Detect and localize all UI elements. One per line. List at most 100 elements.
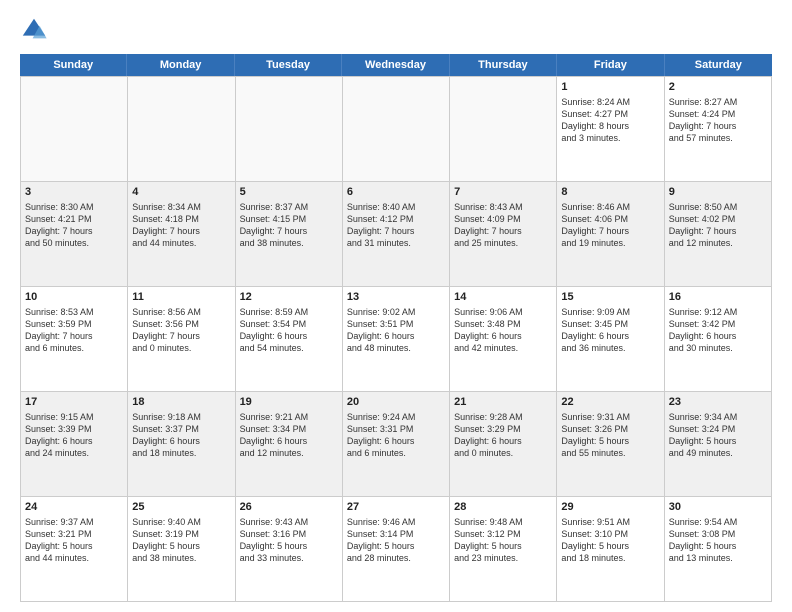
- day-number: 25: [132, 500, 230, 515]
- day-number: 6: [347, 185, 445, 200]
- day-number: 29: [561, 500, 659, 515]
- calendar: SundayMondayTuesdayWednesdayThursdayFrid…: [20, 54, 772, 602]
- cell-info: Sunrise: 8:24 AM Sunset: 4:27 PM Dayligh…: [561, 96, 659, 145]
- day-number: 21: [454, 395, 552, 410]
- cell-info: Sunrise: 8:40 AM Sunset: 4:12 PM Dayligh…: [347, 201, 445, 250]
- cal-cell: 23Sunrise: 9:34 AM Sunset: 3:24 PM Dayli…: [665, 392, 772, 497]
- week-row-4: 17Sunrise: 9:15 AM Sunset: 3:39 PM Dayli…: [21, 392, 772, 497]
- day-number: 23: [669, 395, 767, 410]
- cell-info: Sunrise: 9:09 AM Sunset: 3:45 PM Dayligh…: [561, 306, 659, 355]
- header-day-sunday: Sunday: [20, 54, 127, 76]
- cal-cell: [343, 77, 450, 182]
- day-number: 9: [669, 185, 767, 200]
- header-day-monday: Monday: [127, 54, 234, 76]
- cell-info: Sunrise: 9:02 AM Sunset: 3:51 PM Dayligh…: [347, 306, 445, 355]
- cal-cell: 11Sunrise: 8:56 AM Sunset: 3:56 PM Dayli…: [128, 287, 235, 392]
- cal-cell: 8Sunrise: 8:46 AM Sunset: 4:06 PM Daylig…: [557, 182, 664, 287]
- day-number: 27: [347, 500, 445, 515]
- day-number: 3: [25, 185, 123, 200]
- cal-cell: 3Sunrise: 8:30 AM Sunset: 4:21 PM Daylig…: [21, 182, 128, 287]
- cell-info: Sunrise: 9:40 AM Sunset: 3:19 PM Dayligh…: [132, 516, 230, 565]
- week-row-2: 3Sunrise: 8:30 AM Sunset: 4:21 PM Daylig…: [21, 182, 772, 287]
- cell-info: Sunrise: 9:21 AM Sunset: 3:34 PM Dayligh…: [240, 411, 338, 460]
- day-number: 12: [240, 290, 338, 305]
- cell-info: Sunrise: 9:28 AM Sunset: 3:29 PM Dayligh…: [454, 411, 552, 460]
- cell-info: Sunrise: 8:30 AM Sunset: 4:21 PM Dayligh…: [25, 201, 123, 250]
- cal-cell: 4Sunrise: 8:34 AM Sunset: 4:18 PM Daylig…: [128, 182, 235, 287]
- header-day-thursday: Thursday: [450, 54, 557, 76]
- cell-info: Sunrise: 8:37 AM Sunset: 4:15 PM Dayligh…: [240, 201, 338, 250]
- cal-cell: 1Sunrise: 8:24 AM Sunset: 4:27 PM Daylig…: [557, 77, 664, 182]
- week-row-1: 1Sunrise: 8:24 AM Sunset: 4:27 PM Daylig…: [21, 77, 772, 182]
- header-day-saturday: Saturday: [665, 54, 772, 76]
- cal-cell: 14Sunrise: 9:06 AM Sunset: 3:48 PM Dayli…: [450, 287, 557, 392]
- cell-info: Sunrise: 9:12 AM Sunset: 3:42 PM Dayligh…: [669, 306, 767, 355]
- cal-cell: 25Sunrise: 9:40 AM Sunset: 3:19 PM Dayli…: [128, 497, 235, 602]
- day-number: 14: [454, 290, 552, 305]
- cal-cell: 19Sunrise: 9:21 AM Sunset: 3:34 PM Dayli…: [236, 392, 343, 497]
- cal-cell: 12Sunrise: 8:59 AM Sunset: 3:54 PM Dayli…: [236, 287, 343, 392]
- cal-cell: 27Sunrise: 9:46 AM Sunset: 3:14 PM Dayli…: [343, 497, 450, 602]
- cell-info: Sunrise: 9:54 AM Sunset: 3:08 PM Dayligh…: [669, 516, 767, 565]
- day-number: 26: [240, 500, 338, 515]
- cal-cell: 15Sunrise: 9:09 AM Sunset: 3:45 PM Dayli…: [557, 287, 664, 392]
- cell-info: Sunrise: 9:34 AM Sunset: 3:24 PM Dayligh…: [669, 411, 767, 460]
- cal-cell: 20Sunrise: 9:24 AM Sunset: 3:31 PM Dayli…: [343, 392, 450, 497]
- cell-info: Sunrise: 8:43 AM Sunset: 4:09 PM Dayligh…: [454, 201, 552, 250]
- cell-info: Sunrise: 9:15 AM Sunset: 3:39 PM Dayligh…: [25, 411, 123, 460]
- day-number: 28: [454, 500, 552, 515]
- cell-info: Sunrise: 8:27 AM Sunset: 4:24 PM Dayligh…: [669, 96, 767, 145]
- week-row-5: 24Sunrise: 9:37 AM Sunset: 3:21 PM Dayli…: [21, 497, 772, 602]
- cal-cell: 30Sunrise: 9:54 AM Sunset: 3:08 PM Dayli…: [665, 497, 772, 602]
- day-number: 15: [561, 290, 659, 305]
- day-number: 18: [132, 395, 230, 410]
- day-number: 7: [454, 185, 552, 200]
- cell-info: Sunrise: 8:59 AM Sunset: 3:54 PM Dayligh…: [240, 306, 338, 355]
- cal-cell: 28Sunrise: 9:48 AM Sunset: 3:12 PM Dayli…: [450, 497, 557, 602]
- header: [20, 16, 772, 44]
- cal-cell: 29Sunrise: 9:51 AM Sunset: 3:10 PM Dayli…: [557, 497, 664, 602]
- cal-cell: 18Sunrise: 9:18 AM Sunset: 3:37 PM Dayli…: [128, 392, 235, 497]
- cell-info: Sunrise: 9:43 AM Sunset: 3:16 PM Dayligh…: [240, 516, 338, 565]
- day-number: 22: [561, 395, 659, 410]
- week-row-3: 10Sunrise: 8:53 AM Sunset: 3:59 PM Dayli…: [21, 287, 772, 392]
- cell-info: Sunrise: 9:48 AM Sunset: 3:12 PM Dayligh…: [454, 516, 552, 565]
- cal-cell: 24Sunrise: 9:37 AM Sunset: 3:21 PM Dayli…: [21, 497, 128, 602]
- cell-info: Sunrise: 9:46 AM Sunset: 3:14 PM Dayligh…: [347, 516, 445, 565]
- header-day-wednesday: Wednesday: [342, 54, 449, 76]
- cal-cell: [236, 77, 343, 182]
- day-number: 8: [561, 185, 659, 200]
- cal-cell: 16Sunrise: 9:12 AM Sunset: 3:42 PM Dayli…: [665, 287, 772, 392]
- day-number: 4: [132, 185, 230, 200]
- header-day-friday: Friday: [557, 54, 664, 76]
- cal-cell: 17Sunrise: 9:15 AM Sunset: 3:39 PM Dayli…: [21, 392, 128, 497]
- cal-cell: [21, 77, 128, 182]
- cal-cell: 2Sunrise: 8:27 AM Sunset: 4:24 PM Daylig…: [665, 77, 772, 182]
- cell-info: Sunrise: 8:56 AM Sunset: 3:56 PM Dayligh…: [132, 306, 230, 355]
- cal-cell: [128, 77, 235, 182]
- logo: [20, 16, 52, 44]
- cal-cell: 21Sunrise: 9:28 AM Sunset: 3:29 PM Dayli…: [450, 392, 557, 497]
- cal-cell: 9Sunrise: 8:50 AM Sunset: 4:02 PM Daylig…: [665, 182, 772, 287]
- cell-info: Sunrise: 8:46 AM Sunset: 4:06 PM Dayligh…: [561, 201, 659, 250]
- cal-cell: [450, 77, 557, 182]
- day-number: 19: [240, 395, 338, 410]
- day-number: 2: [669, 80, 767, 95]
- day-number: 17: [25, 395, 123, 410]
- cell-info: Sunrise: 9:51 AM Sunset: 3:10 PM Dayligh…: [561, 516, 659, 565]
- day-number: 5: [240, 185, 338, 200]
- cell-info: Sunrise: 8:53 AM Sunset: 3:59 PM Dayligh…: [25, 306, 123, 355]
- day-number: 24: [25, 500, 123, 515]
- cell-info: Sunrise: 9:18 AM Sunset: 3:37 PM Dayligh…: [132, 411, 230, 460]
- day-number: 20: [347, 395, 445, 410]
- page: SundayMondayTuesdayWednesdayThursdayFrid…: [0, 0, 792, 612]
- cal-cell: 5Sunrise: 8:37 AM Sunset: 4:15 PM Daylig…: [236, 182, 343, 287]
- cell-info: Sunrise: 9:06 AM Sunset: 3:48 PM Dayligh…: [454, 306, 552, 355]
- cal-cell: 7Sunrise: 8:43 AM Sunset: 4:09 PM Daylig…: [450, 182, 557, 287]
- cell-info: Sunrise: 9:37 AM Sunset: 3:21 PM Dayligh…: [25, 516, 123, 565]
- cal-cell: 26Sunrise: 9:43 AM Sunset: 3:16 PM Dayli…: [236, 497, 343, 602]
- calendar-body: 1Sunrise: 8:24 AM Sunset: 4:27 PM Daylig…: [20, 76, 772, 602]
- cell-info: Sunrise: 9:24 AM Sunset: 3:31 PM Dayligh…: [347, 411, 445, 460]
- day-number: 13: [347, 290, 445, 305]
- cal-cell: 22Sunrise: 9:31 AM Sunset: 3:26 PM Dayli…: [557, 392, 664, 497]
